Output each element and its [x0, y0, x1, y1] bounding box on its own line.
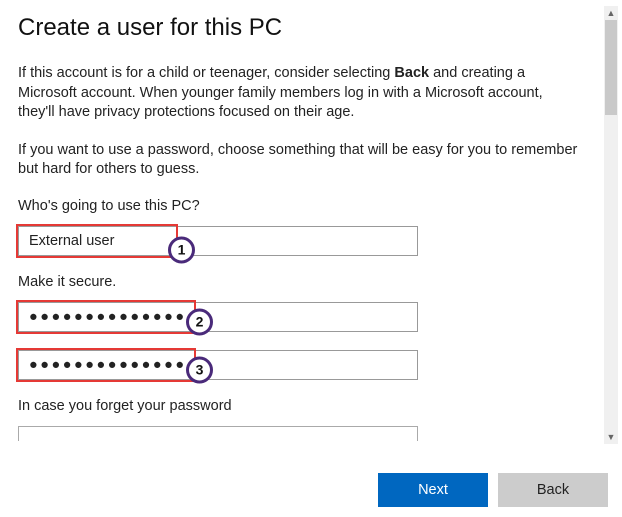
intro1-pre: If this account is for a child or teenag…	[18, 65, 394, 81]
secure-label: Make it secure.	[18, 274, 580, 290]
username-input[interactable]	[18, 226, 418, 256]
confirm-password-input[interactable]	[18, 350, 418, 380]
who-label: Who's going to use this PC?	[18, 198, 580, 214]
password-input[interactable]	[18, 302, 418, 332]
scrollbar[interactable]: ▲ ▼	[604, 6, 618, 444]
intro1-bold: Back	[394, 65, 429, 81]
intro-para-2: If you want to use a password, choose so…	[18, 141, 580, 180]
back-button[interactable]: Back	[498, 473, 608, 507]
page-title: Create a user for this PC	[18, 14, 580, 42]
scroll-thumb[interactable]	[605, 20, 617, 115]
scroll-track[interactable]	[604, 20, 618, 430]
next-button[interactable]: Next	[378, 473, 488, 507]
scroll-up-icon[interactable]: ▲	[604, 6, 618, 20]
scroll-down-icon[interactable]: ▼	[604, 430, 618, 444]
forget-label: In case you forget your password	[18, 398, 580, 414]
hint-input-truncated[interactable]	[18, 426, 418, 441]
intro-para-1: If this account is for a child or teenag…	[18, 64, 580, 123]
